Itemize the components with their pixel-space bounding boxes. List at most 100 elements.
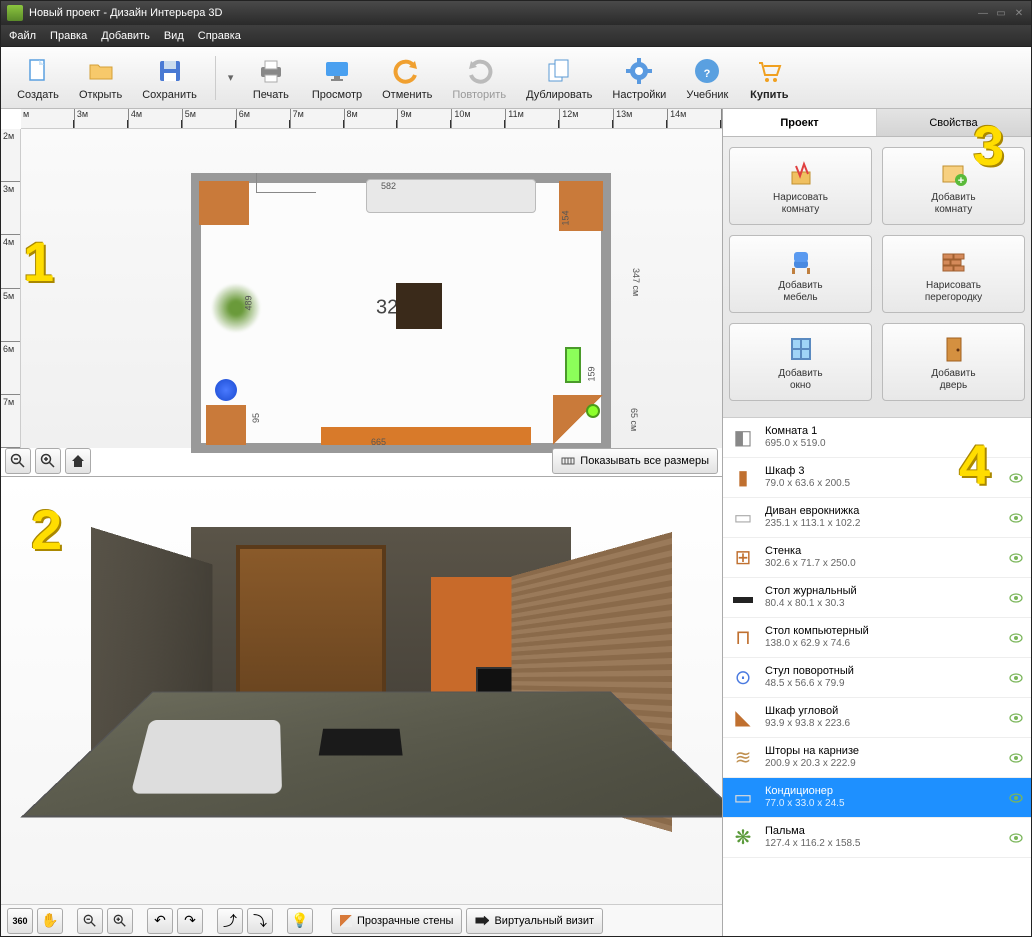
- visibility-icon[interactable]: [1009, 753, 1023, 763]
- light-button[interactable]: 💡: [287, 908, 313, 934]
- close-icon[interactable]: ✕: [1013, 7, 1025, 19]
- visibility-icon[interactable]: [1009, 713, 1023, 723]
- furniture-chair[interactable]: [215, 379, 237, 401]
- scene-3d[interactable]: 2: [1, 477, 722, 904]
- marker-2: 2: [31, 497, 81, 557]
- table-icon: ▬: [731, 586, 755, 610]
- toolbar: СоздатьОткрытьСохранить▾ПечатьПросмотрОт…: [1, 47, 1031, 109]
- pan-button[interactable]: ✋: [37, 908, 63, 934]
- menu-правка[interactable]: Правка: [50, 30, 87, 42]
- view-3d[interactable]: 2 360 ✋ ↶ ↷ ⤴ ⤵ 💡 Прозрачные стены Вирту…: [1, 477, 722, 936]
- corner-icon: ◣: [731, 706, 755, 730]
- folder-button[interactable]: Открыть: [73, 53, 128, 103]
- help-button[interactable]: ?Учебник: [680, 53, 734, 103]
- minimize-icon[interactable]: —: [977, 7, 989, 19]
- action-draw[interactable]: Нарисоватькомнату: [729, 147, 872, 225]
- transparent-label: Прозрачные стены: [357, 915, 453, 927]
- curtains-3d: [236, 545, 386, 700]
- tilt-up-button[interactable]: ⤴: [217, 908, 243, 934]
- titlebar: Новый проект - Дизайн Интерьера 3D — ▭ ✕: [1, 1, 1031, 25]
- visibility-icon[interactable]: [1009, 513, 1023, 523]
- visibility-icon[interactable]: [1009, 673, 1023, 683]
- object-ac[interactable]: ▭Кондиционер77.0 x 33.0 x 24.5: [723, 778, 1031, 818]
- save-button[interactable]: Сохранить: [136, 53, 203, 103]
- marker-3: 3: [973, 113, 1023, 173]
- transparent-icon: [340, 915, 352, 927]
- handle-dot[interactable]: [586, 404, 600, 418]
- object-shelf[interactable]: ⊞Стенка302.6 x 71.7 x 250.0: [723, 538, 1031, 578]
- gear-icon: [623, 55, 655, 87]
- dim-right: 347 см: [631, 268, 641, 296]
- zoom-in-button[interactable]: [35, 448, 61, 474]
- plan-2d-view[interactable]: м3м4м5м6м7м8м9м10м11м12м13м14м 2м3м4м5м6…: [1, 109, 722, 477]
- object-plant[interactable]: ❋Пальма127.4 x 116.2 x 158.5: [723, 818, 1031, 858]
- action-chair[interactable]: Добавитьмебель: [729, 235, 872, 313]
- action-window[interactable]: Добавитьокно: [729, 323, 872, 401]
- camera-icon: [475, 916, 489, 926]
- rotate-right-button[interactable]: ↷: [177, 908, 203, 934]
- furniture-corner2[interactable]: [553, 395, 603, 445]
- zoom-in-3d-button[interactable]: [107, 908, 133, 934]
- selected-object[interactable]: [565, 347, 581, 383]
- visibility-icon[interactable]: [1009, 633, 1023, 643]
- rotate-left-button[interactable]: ↶: [147, 908, 173, 934]
- transparent-walls-toggle[interactable]: Прозрачные стены: [331, 908, 462, 934]
- cart-icon: [753, 55, 785, 87]
- save-icon: [154, 55, 186, 87]
- action-wall[interactable]: Нарисоватьперегородку: [882, 235, 1025, 313]
- dup-button[interactable]: Дублировать: [520, 53, 598, 103]
- undo-button[interactable]: Отменить: [376, 53, 438, 103]
- furniture-table[interactable]: [396, 283, 442, 329]
- visibility-icon[interactable]: [1009, 793, 1023, 803]
- object-sofa[interactable]: ▭Диван еврокнижка235.1 x 113.1 x 102.2: [723, 498, 1031, 538]
- furniture-shelf[interactable]: [321, 427, 531, 445]
- menu-добавить[interactable]: Добавить: [101, 30, 150, 42]
- menu-вид[interactable]: Вид: [164, 30, 184, 42]
- monitor-icon: [321, 55, 353, 87]
- action-door[interactable]: Добавитьдверь: [882, 323, 1025, 401]
- window-title: Новый проект - Дизайн Интерьера 3D: [29, 7, 222, 19]
- room-outline[interactable]: 32,52 582 347 см 489 665 159 65 см 154 9…: [191, 173, 611, 453]
- visibility-icon[interactable]: [1009, 833, 1023, 843]
- dim-top: 582: [381, 181, 396, 191]
- zoom-out-3d-button[interactable]: [77, 908, 103, 934]
- zoom-out-button[interactable]: [5, 448, 31, 474]
- object-table[interactable]: ▬Стол журнальный80.4 x 80.1 x 30.3: [723, 578, 1031, 618]
- dim-left: 489: [244, 295, 254, 310]
- object-stool[interactable]: ⊙Стул поворотный48.5 x 56.6 x 79.9: [723, 658, 1031, 698]
- monitor-button[interactable]: Просмотр: [306, 53, 368, 103]
- home-button[interactable]: [65, 448, 91, 474]
- object-curtain[interactable]: ≋Шторы на карнизе200.9 x 20.3 x 222.9: [723, 738, 1031, 778]
- object-list[interactable]: 4 ◧Комната 1695.0 x 519.0▮Шкаф 379.0 x 6…: [723, 417, 1031, 936]
- desk-icon: ⊓: [731, 626, 755, 650]
- plan-canvas[interactable]: 32,52 582 347 см 489 665 159 65 см 154 9…: [21, 129, 722, 448]
- plant-icon: ❋: [731, 826, 755, 850]
- ruler-vertical: 2м3м4м5м6м7м: [1, 129, 21, 448]
- stool-icon: ⊙: [731, 666, 755, 690]
- room-icon: ◧: [731, 426, 755, 450]
- object-desk[interactable]: ⊓Стол компьютерный138.0 x 62.9 x 74.6: [723, 618, 1031, 658]
- furniture-wardrobe[interactable]: [199, 181, 249, 225]
- menu-справка[interactable]: Справка: [198, 30, 241, 42]
- tab-project[interactable]: Проект: [723, 109, 877, 136]
- redo-button[interactable]: Повторить: [446, 53, 512, 103]
- furniture-desk[interactable]: [206, 405, 246, 445]
- visibility-icon[interactable]: [1009, 473, 1023, 483]
- folder-icon: [85, 55, 117, 87]
- visibility-icon[interactable]: [1009, 593, 1023, 603]
- visibility-icon[interactable]: [1009, 553, 1023, 563]
- file-button[interactable]: Создать: [11, 53, 65, 103]
- virtual-visit-button[interactable]: Виртуальный визит: [466, 908, 603, 934]
- menu-файл[interactable]: Файл: [9, 30, 36, 42]
- print-button[interactable]: Печать: [244, 53, 298, 103]
- rotate-360-button[interactable]: 360: [7, 908, 33, 934]
- cart-button[interactable]: Купить: [742, 53, 796, 103]
- show-dimensions-toggle[interactable]: Показывать все размеры: [552, 448, 718, 474]
- tilt-down-button[interactable]: ⤵: [247, 908, 273, 934]
- door-arc[interactable]: [256, 173, 316, 193]
- object-corner[interactable]: ◣Шкаф угловой93.9 x 93.8 x 223.6: [723, 698, 1031, 738]
- maximize-icon[interactable]: ▭: [995, 7, 1007, 19]
- gear-button[interactable]: Настройки: [606, 53, 672, 103]
- marker-1: 1: [23, 229, 73, 289]
- side-panel: Проект Свойства Нарисоватькомнату+Добави…: [723, 109, 1031, 936]
